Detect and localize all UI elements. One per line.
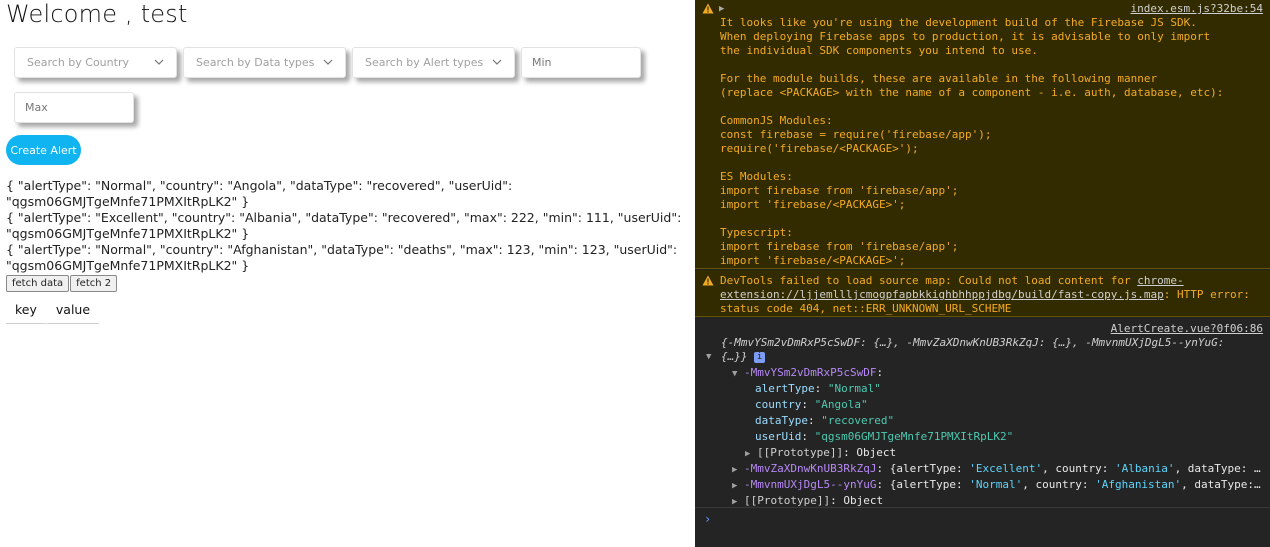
- records-list: { "alertType": "Normal", "country": "Ang…: [6, 178, 686, 274]
- key-value-table-header: key value: [6, 301, 100, 324]
- object-entry-1[interactable]: ▼ -MmvYSm2vDmRxP5cSwDF:: [732, 366, 883, 381]
- warning-icon: [702, 3, 714, 14]
- alert-types-select[interactable]: Search by Alert types: [352, 47, 515, 78]
- country-select-placeholder: Search by Country: [27, 56, 129, 69]
- warning-message: It looks like you're using the developme…: [720, 16, 1224, 267]
- max-input-placeholder: Max: [25, 101, 48, 114]
- expand-triangle-icon[interactable]: ▼: [706, 350, 711, 364]
- data-types-select[interactable]: Search by Data types: [183, 47, 346, 78]
- welcome-prefix: Welcome ,: [6, 0, 133, 28]
- max-input[interactable]: Max: [14, 92, 134, 123]
- fetch-data-button[interactable]: fetch data: [6, 275, 70, 292]
- min-input-placeholder: Min: [532, 56, 552, 69]
- expand-triangle-icon[interactable]: ▶: [745, 449, 750, 459]
- expand-triangle-icon[interactable]: ▼: [732, 369, 737, 379]
- country-select[interactable]: Search by Country: [14, 47, 177, 78]
- chevron-down-icon: [323, 59, 333, 65]
- console-prompt[interactable]: ›: [704, 512, 711, 526]
- object-entry-3[interactable]: ▶ -MmvnmUXjDgL5--ynYuG: {alertType: 'Nor…: [732, 478, 1261, 493]
- create-alert-button[interactable]: Create Alert: [6, 135, 81, 165]
- chevron-down-icon: [154, 59, 164, 65]
- warning-message: DevTools failed to load source map: Coul…: [720, 274, 1250, 316]
- warning-prefix: DevTools failed to load source map: Coul…: [720, 274, 1138, 287]
- source-link[interactable]: AlertCreate.vue?0f06:86: [1111, 322, 1263, 336]
- alert-types-select-placeholder: Search by Alert types: [365, 56, 484, 69]
- fetch-buttons: fetch data fetch 2: [6, 275, 118, 292]
- data-types-select-placeholder: Search by Data types: [196, 56, 315, 69]
- app-panel: Welcome , test Search by Country Search …: [0, 0, 695, 547]
- expand-triangle-icon[interactable]: ▶: [732, 481, 737, 491]
- table-header-key: key: [6, 301, 46, 324]
- welcome-username: test: [140, 0, 188, 28]
- expand-triangle-icon[interactable]: ▶: [732, 465, 737, 475]
- table-header-value: value: [46, 301, 100, 324]
- fetch-2-button[interactable]: fetch 2: [70, 275, 118, 292]
- object-entry-2[interactable]: ▶ -MmvZaXDnwKnUB3RkZqJ: {alertType: 'Exc…: [732, 462, 1261, 477]
- object-field: alertType: "Normal": [755, 382, 881, 395]
- object-root-prototype[interactable]: ▶ [[Prototype]]: Object: [732, 494, 883, 509]
- console-warning-firebase: ▶ index.esm.js?32be:54 It looks like you…: [695, 0, 1270, 269]
- record-item: { "alertType": "Normal", "country": "Ang…: [6, 178, 513, 209]
- info-icon[interactable]: i: [754, 351, 766, 363]
- devtools-console: ▶ index.esm.js?32be:54 It looks like you…: [695, 0, 1270, 547]
- source-link[interactable]: index.esm.js?32be:54: [1131, 2, 1263, 16]
- object-prototype[interactable]: ▶ [[Prototype]]: Object: [745, 446, 896, 461]
- object-summary-line1: {-MmvYSm2vDmRxP5cSwDF: {…}, -MmvZaXDnwKn…: [721, 336, 1225, 349]
- console-log-entry: AlertCreate.vue?0f06:86 {-MmvYSm2vDmRxP5…: [695, 318, 1270, 508]
- welcome-heading: Welcome , test: [6, 0, 188, 28]
- console-warning-sourcemap: DevTools failed to load source map: Coul…: [695, 270, 1270, 317]
- expand-triangle-icon[interactable]: ▶: [732, 497, 737, 507]
- chevron-down-icon: [492, 59, 502, 65]
- expand-triangle-icon[interactable]: ▶: [719, 2, 724, 16]
- object-field: country: "Angola": [755, 398, 868, 411]
- record-item: { "alertType": "Normal", "country": "Afg…: [6, 242, 678, 273]
- object-field: userUid: "qgsm06GMJTgeMnfe71PMXItRpLK2": [755, 430, 1014, 443]
- object-field: dataType: "recovered": [755, 414, 895, 427]
- object-summary-line2[interactable]: ▼ {…}} i: [706, 350, 766, 364]
- warning-icon: [702, 275, 714, 286]
- record-item: { "alertType": "Excellent", "country": "…: [6, 210, 682, 241]
- min-input[interactable]: Min: [521, 47, 641, 78]
